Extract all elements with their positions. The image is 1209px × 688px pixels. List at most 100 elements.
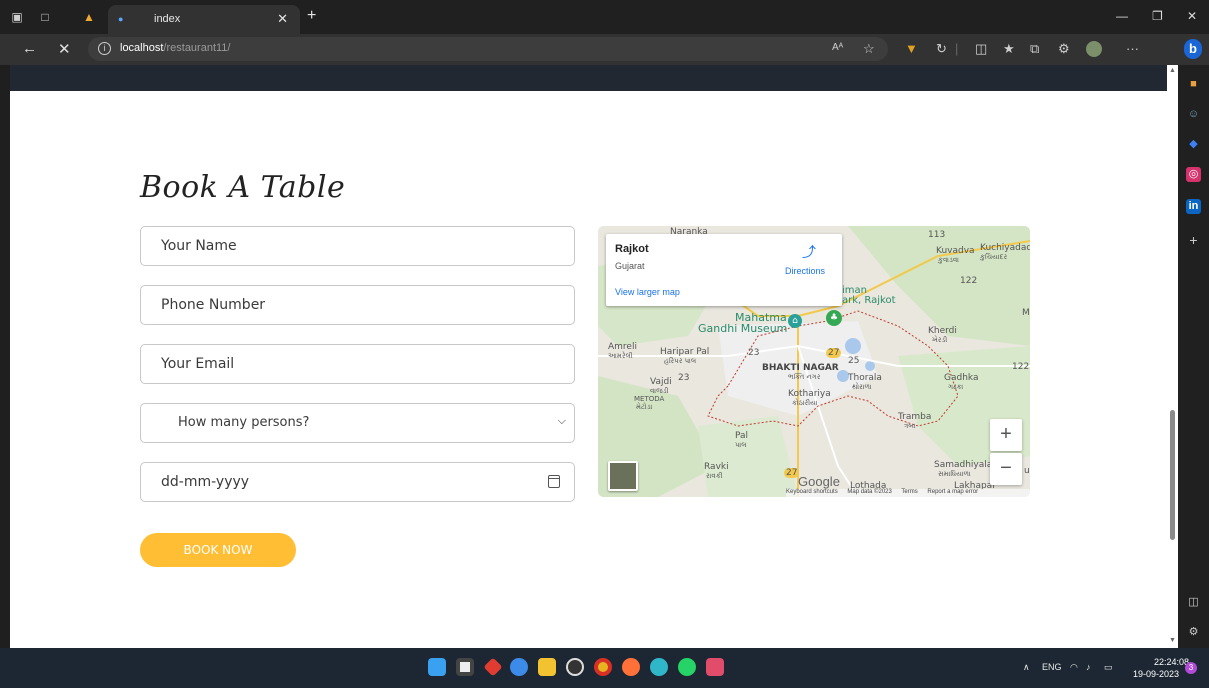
calendar-icon[interactable] — [548, 475, 560, 488]
site-header-bar — [10, 65, 1178, 91]
windows-taskbar: ∧ ENG ◠ ♪ ▭ 22:24:08 19-09-2023 3 — [0, 648, 1209, 688]
restore-icon[interactable]: ❐ — [1152, 9, 1163, 23]
terms-link[interactable]: Terms — [901, 489, 917, 495]
collections-icon[interactable]: ⧉ — [1030, 41, 1039, 57]
map-road-badge: 27 — [826, 348, 842, 358]
map-label: METODA — [634, 395, 665, 403]
split-screen-icon[interactable]: ◫ — [975, 41, 987, 57]
widgets-icon[interactable] — [456, 658, 474, 676]
edge-icon[interactable] — [650, 658, 668, 676]
map-label: Kothariya — [788, 389, 831, 399]
zoom-out-button[interactable]: − — [990, 453, 1022, 485]
date-placeholder: dd-mm-yyyy — [161, 474, 250, 490]
profile-avatar[interactable] — [1086, 41, 1102, 57]
app-icon[interactable] — [510, 658, 528, 676]
zoom-in-button[interactable]: + — [990, 419, 1022, 451]
persons-select[interactable]: How many persons? ⌵ — [140, 403, 575, 443]
notification-badge[interactable]: 3 — [1185, 662, 1197, 674]
book-now-button[interactable]: BOOK NOW — [140, 533, 296, 567]
start-icon[interactable] — [428, 658, 446, 676]
view-larger-map-link[interactable]: View larger map — [615, 287, 680, 297]
map-label: Kherdi — [928, 326, 957, 336]
battery-icon[interactable]: ▭ — [1104, 662, 1113, 673]
minimize-icon[interactable]: — — [1116, 9, 1128, 23]
chrome-icon[interactable] — [594, 658, 612, 676]
volume-icon[interactable]: ♪ — [1086, 662, 1091, 672]
app-icon[interactable] — [483, 657, 503, 677]
firefox-icon[interactable] — [622, 658, 640, 676]
refresh-extension-icon[interactable]: ↻ — [936, 41, 947, 57]
page-title: Book A Table — [140, 170, 346, 205]
stop-icon[interactable]: ✕ — [58, 40, 71, 58]
add-sidebar-icon[interactable]: + — [1186, 233, 1201, 248]
language-indicator[interactable]: ENG — [1042, 662, 1062, 672]
map-label: Tramba — [898, 412, 932, 422]
keyboard-shortcuts-link[interactable]: Keyboard shortcuts — [786, 489, 838, 495]
people-icon[interactable]: ☺ — [1186, 107, 1201, 122]
map-label: Gadhka — [944, 373, 979, 383]
map-label: Amreli — [608, 342, 637, 352]
favorites-icon[interactable]: ★ — [1003, 41, 1015, 57]
scroll-down-icon[interactable]: ▼ — [1169, 637, 1176, 644]
date-field[interactable]: dd-mm-yyyy — [140, 462, 575, 502]
chevron-down-icon: ⌵ — [557, 415, 566, 427]
hide-sidebar-icon[interactable]: ◫ — [1186, 595, 1201, 610]
satellite-toggle[interactable] — [608, 461, 638, 491]
site-info-icon[interactable]: i — [98, 42, 111, 55]
workspaces-icon[interactable]: ▣ — [10, 10, 24, 24]
museum-pin-icon[interactable]: ⌂ — [788, 314, 802, 328]
tab-favicon-icon: ● — [118, 14, 124, 24]
map-label: કોઠારીયા — [792, 399, 818, 407]
sidebar-settings-icon[interactable]: ⚙ — [1186, 625, 1201, 640]
games-icon[interactable]: ◆ — [1186, 137, 1201, 152]
instagram-icon[interactable]: ◎ — [1186, 167, 1201, 182]
tab-actions-icon[interactable]: □ — [38, 10, 52, 24]
app-icon[interactable] — [706, 658, 724, 676]
embedded-map[interactable]: Naranka 113 Kuvadva કુવાડવા Kuchiyadad ક… — [598, 226, 1030, 497]
address-bar[interactable]: i localhost/restaurant11/ Aᴬ ☆ — [88, 37, 888, 61]
phone-placeholder: Phone Number — [161, 297, 266, 313]
rewards-icon[interactable]: ▼ — [905, 41, 918, 56]
scroll-up-icon[interactable]: ▲ — [1169, 67, 1176, 74]
directions-icon[interactable]: ⤴ — [802, 242, 818, 260]
back-icon[interactable]: ← — [22, 40, 37, 57]
email-field[interactable]: Your Email — [140, 344, 575, 384]
clock-date[interactable]: 19-09-2023 — [1129, 669, 1179, 679]
read-aloud-icon[interactable]: Aᴬ — [832, 42, 843, 53]
more-menu-icon[interactable]: ··· — [1126, 41, 1139, 56]
new-tab-icon[interactable]: + — [307, 7, 316, 25]
report-error-link[interactable]: Report a map error — [927, 489, 978, 495]
map-label: કુવાડવા — [938, 256, 959, 264]
linkedin-icon[interactable]: in — [1186, 199, 1201, 214]
scroll-thumb[interactable] — [1170, 410, 1175, 540]
whatsapp-icon[interactable] — [678, 658, 696, 676]
map-poi-label: Gandhi Museum — [698, 322, 788, 335]
map-label: રાવકી — [706, 472, 723, 480]
tab-close-icon[interactable]: ✕ — [277, 11, 288, 27]
clock-time[interactable]: 22:24:08 — [1139, 657, 1189, 667]
map-road-badge: 25 — [848, 356, 860, 366]
directions-link[interactable]: Directions — [785, 266, 825, 276]
window-close-icon[interactable]: ✕ — [1187, 9, 1197, 23]
tools-icon[interactable]: ■ — [1186, 77, 1201, 92]
park-pin-icon[interactable]: ♣ — [826, 310, 842, 326]
tray-overflow-icon[interactable]: ∧ — [1023, 662, 1030, 673]
phone-field[interactable]: Phone Number — [140, 285, 575, 325]
map-label: ત્રંબા — [904, 422, 916, 430]
favorite-star-icon[interactable]: ☆ — [863, 41, 875, 57]
map-label: ખેરડી — [932, 336, 948, 344]
email-placeholder: Your Email — [161, 356, 235, 372]
wifi-icon[interactable]: ◠ — [1070, 662, 1078, 673]
page-scrollbar[interactable]: ▲ ▼ — [1167, 65, 1178, 648]
copilot-icon[interactable]: b — [1184, 39, 1202, 59]
browser-toolbar: ← ✕ i localhost/restaurant11/ Aᴬ ☆ ▼ ↻ |… — [0, 34, 1209, 65]
media-player-icon[interactable] — [566, 658, 584, 676]
file-explorer-icon[interactable] — [538, 658, 556, 676]
url-text: localhost/restaurant11/ — [120, 42, 231, 54]
name-field[interactable]: Your Name — [140, 226, 575, 266]
extensions-icon[interactable]: ⚙ — [1058, 41, 1070, 57]
browser-sidebar: ■ ☺ ◆ ◎ in + ◫ ⚙ — [1178, 65, 1209, 648]
map-label: Vajdi — [650, 377, 672, 387]
map-road-badge: 122 — [1012, 362, 1030, 372]
active-tab[interactable]: ● index ✕ — [108, 5, 300, 34]
